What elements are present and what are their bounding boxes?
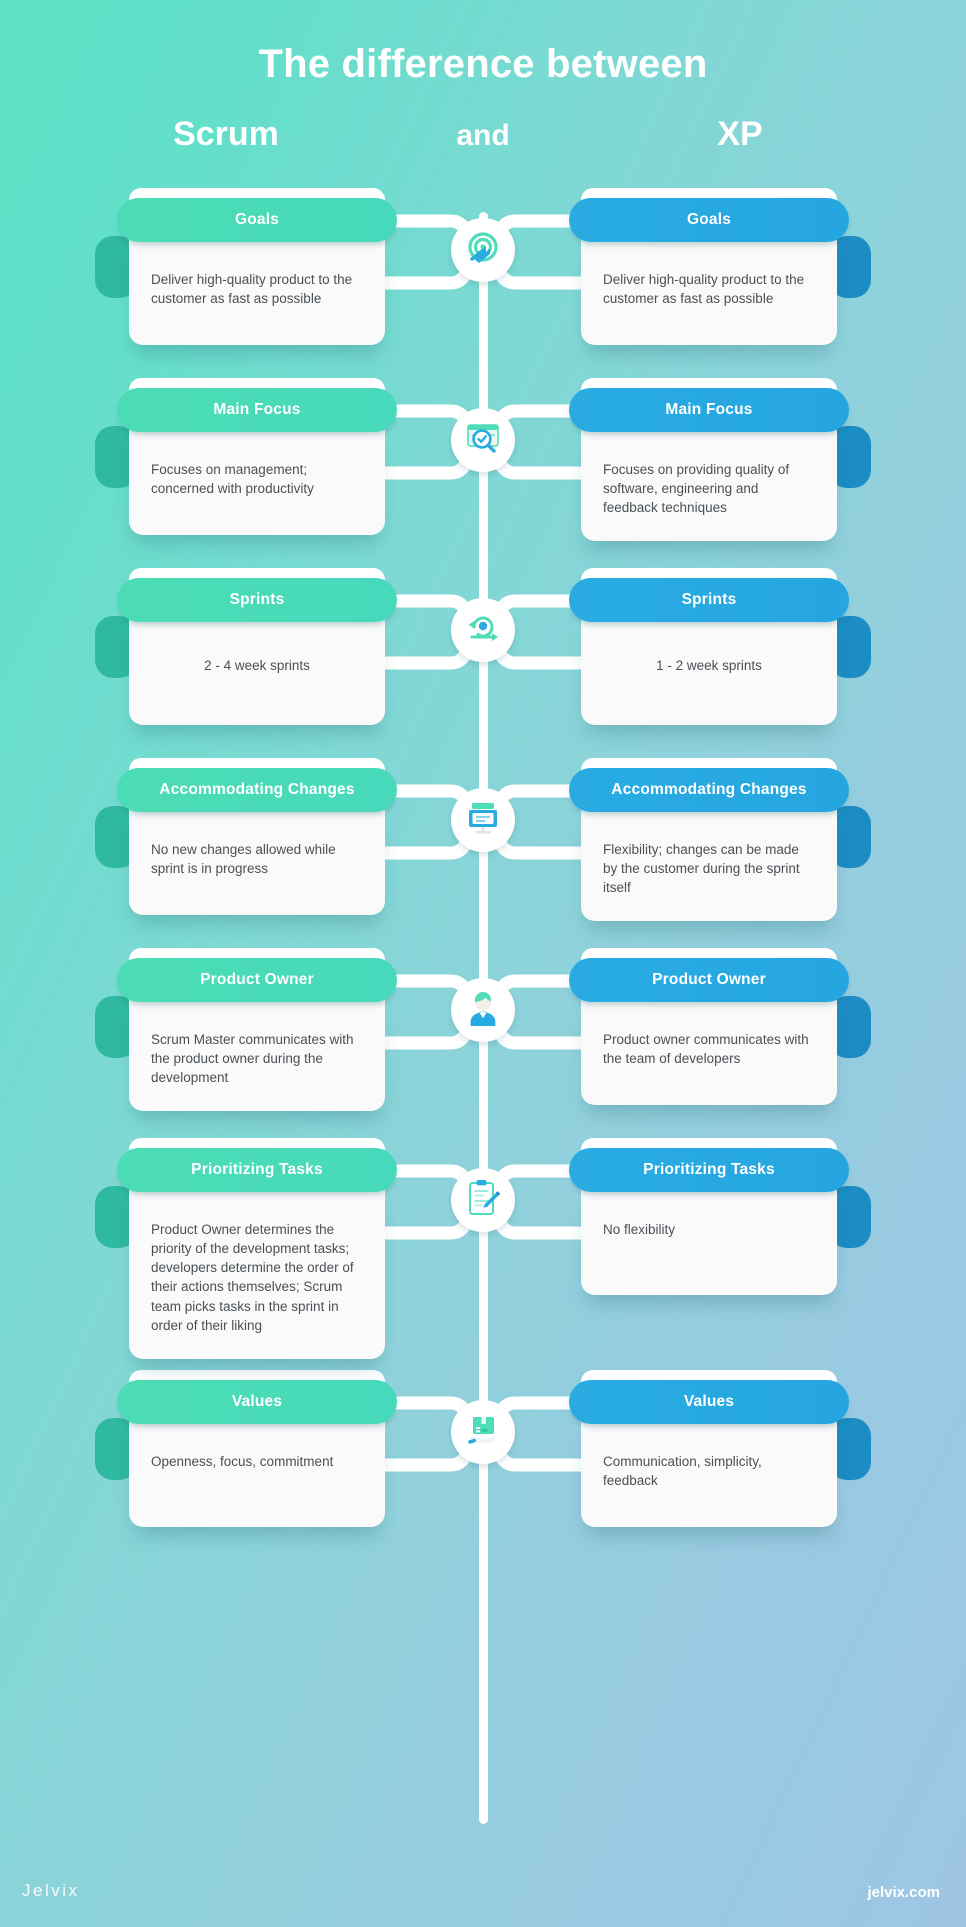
scrum-card-text: 2 - 4 week sprints: [204, 658, 310, 673]
clipboard-pencil-icon: [464, 1178, 502, 1223]
xp-card-text: Communication, simplicity, feedback: [603, 1454, 762, 1489]
scrum-card-body: Focuses on management; concerned with pr…: [129, 430, 385, 535]
xp-card-title: Sprints: [681, 591, 737, 608]
xp-card-header: Main Focus: [569, 388, 849, 432]
timeline-node: [443, 1160, 523, 1240]
scrum-card-text: Focuses on management; concerned with pr…: [151, 462, 314, 497]
xp-card-body: Deliver high-quality product to the cust…: [581, 240, 837, 345]
scrum-card-text: Deliver high-quality product to the cust…: [151, 272, 353, 307]
scrum-card-header: Accommodating Changes: [117, 768, 397, 812]
scrum-column-label: Scrum: [80, 115, 372, 154]
scrum-card-text: Product Owner determines the priority of…: [151, 1222, 354, 1333]
xp-card-title: Main Focus: [665, 401, 753, 418]
xp-card-title: Product Owner: [652, 971, 766, 988]
scrum-card-text: Openness, focus, commitment: [151, 1454, 334, 1469]
poster-header: The difference between Scrum and XP: [0, 0, 966, 154]
xp-card-text: Deliver high-quality product to the cust…: [603, 272, 805, 307]
person-icon: [465, 988, 501, 1033]
scrum-card-header: Main Focus: [117, 388, 397, 432]
xp-card-body: Communication, simplicity, feedback: [581, 1422, 837, 1527]
timeline-node: [443, 780, 523, 860]
scrum-card-title: Sprints: [229, 591, 285, 608]
target-arrow-icon: [464, 229, 502, 272]
scrum-card-text: No new changes allowed while sprint is i…: [151, 842, 336, 877]
scrum-card-title: Values: [231, 1393, 283, 1410]
timeline-node: [443, 210, 523, 290]
sprint-cycle-icon: [463, 611, 503, 650]
scrum-card-header: Prioritizing Tasks: [117, 1148, 397, 1192]
scrum-card-title: Goals: [234, 211, 280, 228]
scrum-card-body: Openness, focus, commitment: [129, 1422, 385, 1527]
conjunction-label: and: [372, 119, 594, 153]
xp-card-header: Values: [569, 1380, 849, 1424]
box-hand-icon: [464, 1411, 502, 1454]
timeline-node: [443, 590, 523, 670]
scrum-card-body: Product Owner determines the priority of…: [129, 1190, 385, 1359]
scrum-card-body: Deliver high-quality product to the cust…: [129, 240, 385, 345]
scrum-card-body: No new changes allowed while sprint is i…: [129, 810, 385, 915]
scrum-card-header: Product Owner: [117, 958, 397, 1002]
website-link[interactable]: jelvix.com: [867, 1884, 940, 1901]
xp-card-text: Flexibility; changes can be made by the …: [603, 842, 800, 896]
xp-card-header: Prioritizing Tasks: [569, 1148, 849, 1192]
scrum-label-text: Scrum: [173, 115, 279, 153]
monitor-icon: [463, 799, 503, 842]
subtitle-row: Scrum and XP: [0, 115, 966, 154]
conjunction-text: and: [456, 119, 510, 152]
xp-card-body: 1 - 2 week sprints: [581, 620, 837, 725]
scrum-card-header: Values: [117, 1380, 397, 1424]
xp-card-title: Prioritizing Tasks: [643, 1161, 775, 1178]
xp-card-title: Values: [683, 1393, 735, 1410]
scrum-card-header: Sprints: [117, 578, 397, 622]
page-title: The difference between: [258, 42, 708, 86]
magnifier-window-icon: [463, 420, 503, 461]
timeline-node: [443, 400, 523, 480]
xp-card-title: Accommodating Changes: [611, 781, 807, 798]
xp-card-body: No flexibility: [581, 1190, 837, 1295]
brand-logo: Jelvix: [22, 1881, 80, 1900]
xp-card-header: Goals: [569, 198, 849, 242]
infographic-poster: The difference between Scrum and XP Goal…: [0, 0, 966, 1927]
xp-card-body: Focuses on providing quality of software…: [581, 430, 837, 542]
timeline-node: [443, 970, 523, 1050]
scrum-card-title: Accommodating Changes: [159, 781, 355, 798]
xp-card-text: Focuses on providing quality of software…: [603, 462, 790, 516]
xp-label-text: XP: [717, 115, 763, 153]
xp-card-header: Product Owner: [569, 958, 849, 1002]
xp-card-text: No flexibility: [603, 1222, 676, 1237]
xp-card-body: Flexibility; changes can be made by the …: [581, 810, 837, 922]
scrum-card-body: 2 - 4 week sprints: [129, 620, 385, 725]
scrum-card-title: Main Focus: [213, 401, 301, 418]
xp-card-text: Product owner communicates with the team…: [603, 1032, 809, 1067]
xp-card-header: Sprints: [569, 578, 849, 622]
scrum-card-title: Product Owner: [200, 971, 314, 988]
xp-column-label: XP: [594, 115, 886, 154]
xp-card-text: 1 - 2 week sprints: [656, 658, 762, 673]
scrum-card-text: Scrum Master communicates with the produ…: [151, 1032, 354, 1086]
scrum-card-header: Goals: [117, 198, 397, 242]
xp-card-title: Goals: [686, 211, 732, 228]
timeline-node: [443, 1392, 523, 1472]
scrum-card-body: Scrum Master communicates with the produ…: [129, 1000, 385, 1112]
xp-card-header: Accommodating Changes: [569, 768, 849, 812]
scrum-card-title: Prioritizing Tasks: [191, 1161, 323, 1178]
xp-card-body: Product owner communicates with the team…: [581, 1000, 837, 1105]
